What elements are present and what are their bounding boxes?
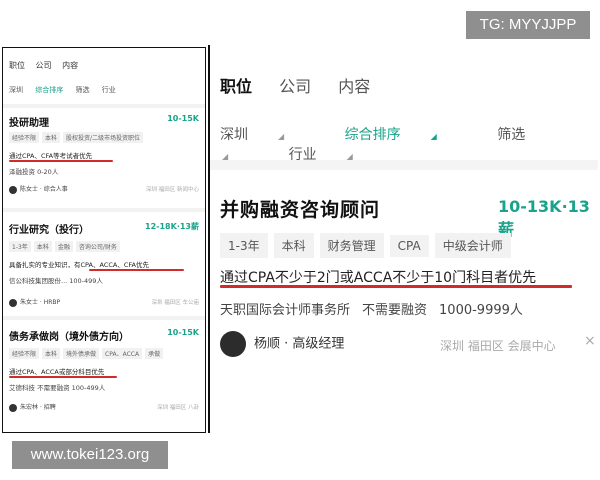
job-location: 深圳 福田区 车公庙 [151, 300, 200, 306]
job-card[interactable]: 债务承做岗（境外债方向） 10-15K 经验不限 本科 境外债承做 CPA、ACCA 承… [9, 328, 199, 428]
avatar [9, 403, 17, 412]
company-name: 天职国际会计师事务所 [220, 303, 351, 318]
company-info: 信公科技集团股份... 100-499人 [9, 277, 103, 285]
divider [3, 104, 205, 108]
tab-content[interactable]: 内容 [338, 77, 370, 96]
job-title: 行业研究（投行） [9, 225, 89, 236]
tag: 本科 [273, 233, 314, 258]
tag: 经验不限 [9, 132, 40, 143]
recruiter: 杨顺 · 高级经理 [220, 331, 344, 357]
tag: 财务管理 [319, 233, 384, 258]
filter-city[interactable]: 深圳 ◢ [220, 127, 312, 143]
job-salary: 10-15K [167, 114, 199, 123]
tag: 承做 [145, 348, 164, 359]
filter-industry[interactable]: 行业 [102, 86, 116, 94]
job-requirement: 通过CPA、ACCA或部分科目优先 [9, 368, 105, 376]
tag: 1-3年 [220, 233, 268, 258]
recruiter-name: 杨顺 · 高级经理 [254, 336, 345, 352]
right-filter-bar: 深圳 ◢ 综合排序 ◢ 筛选◢ 行业 ◢ [220, 124, 598, 164]
funding-stage: 不需要融资 [362, 303, 428, 318]
job-requirement: 通过CPA、CFA等考试者优先 [9, 152, 93, 160]
tag: 1-3年 [9, 241, 31, 252]
tag: 中级会计师 [434, 233, 511, 258]
filter-sort[interactable]: 综合排序 [35, 86, 63, 94]
red-underline [89, 269, 184, 271]
red-underline [220, 285, 572, 288]
job-requirement: 通过CPA不少于2门或ACCA不少于10门科目者优先 [220, 270, 537, 286]
job-title: 债务承做岗（境外债方向） [9, 332, 129, 343]
job-location: 深圳 福田区 新闻中心 [146, 187, 199, 193]
job-card[interactable]: 行业研究（投行） 12-18K·13薪 1-3年 本科 金融 咨询公司/财务 具备扎实… [9, 221, 199, 321]
divider [3, 208, 205, 212]
job-title: 并购融资咨询顾问 [220, 199, 381, 221]
recruiter: 朱宏林 · 招聘 [9, 402, 56, 412]
tag: CPA、ACCA [102, 348, 143, 359]
left-tab-bar: 职位 公司 内容 [9, 60, 86, 71]
close-icon[interactable]: × [584, 333, 596, 349]
company-size: 1000-9999人 [439, 303, 523, 318]
filter-sort[interactable]: 综合排序 ◢ [345, 127, 465, 143]
filter-screen[interactable]: 筛选 [75, 86, 89, 94]
avatar [9, 185, 17, 194]
filter-city[interactable]: 深圳 [9, 86, 23, 94]
caret-icon: ◢ [430, 132, 437, 141]
tag: 金融 [54, 241, 73, 252]
job-salary: 10-15K [167, 328, 199, 337]
avatar [9, 298, 17, 307]
recruiter: 朱女士 · HRBP [9, 297, 60, 307]
divider [210, 160, 598, 170]
job-tags: 经验不限 本科 境外债承做 CPA、ACCA 承做 [9, 348, 166, 359]
tag: 咨询公司/财务 [75, 241, 120, 252]
recruiter: 陈女士 · 综合人事 [9, 184, 68, 194]
job-tags: 1-3年 本科 金融 咨询公司/财务 [9, 241, 123, 252]
job-tags: 1-3年 本科 财务管理 CPA 中级会计师 [220, 233, 517, 258]
tag: 境外债承做 [63, 348, 100, 359]
job-title: 投研助理 [9, 118, 49, 129]
right-tab-bar: 职位 公司 内容 [220, 73, 392, 97]
left-filter-bar: 深圳 综合排序 筛选 行业 [9, 85, 199, 95]
right-job-detail-panel: 职位 公司 内容 深圳 ◢ 综合排序 ◢ 筛选◢ 行业 ◢ 并购融资咨询顾问 10-1… [208, 45, 598, 433]
avatar [220, 331, 246, 357]
tag: CPA [389, 235, 429, 257]
company-info: 泽融投资 0-20人 [9, 168, 59, 176]
red-underline [9, 376, 117, 378]
tab-companies[interactable]: 公司 [279, 77, 311, 96]
tab-jobs[interactable]: 职位 [220, 77, 252, 96]
job-location: 深圳 福田区 会展中心 [440, 339, 556, 353]
company-info: 天职国际会计师事务所 不需要融资 1000-9999人 [220, 299, 535, 318]
tag: 本科 [42, 132, 61, 143]
job-card[interactable]: 投研助理 10-15K 经验不限 本科 股权投资/二级市场投资职位 通过CPA、CF… [9, 114, 199, 204]
job-tags: 经验不限 本科 股权投资/二级市场投资职位 [9, 132, 146, 143]
job-salary: 12-18K·13薪 [145, 222, 199, 231]
tag: 本科 [42, 348, 61, 359]
tab-jobs[interactable]: 职位 [9, 61, 25, 70]
red-underline [9, 160, 113, 162]
left-job-list-panel: 职位 公司 内容 深圳 综合排序 筛选 行业 投研助理 10-15K 经验不限本… [2, 47, 206, 433]
watermark-bottom: www.tokei123.org [12, 441, 168, 469]
tab-companies[interactable]: 公司 [36, 61, 52, 70]
watermark-top: TG: MYYJJPP [466, 11, 590, 39]
divider [3, 316, 205, 320]
tag: 股权投资/二级市场投资职位 [63, 132, 144, 143]
job-location: 深圳 福田区 八卦 [157, 405, 199, 411]
company-info: 艾德科技 不需要融资 100-499人 [9, 384, 106, 392]
tag: 经验不限 [9, 348, 40, 359]
tab-content[interactable]: 内容 [62, 61, 78, 70]
job-requirement: 具备扎实的专业知识，有CPA、ACCA、CFA优先 [9, 261, 149, 269]
tag: 本科 [33, 241, 52, 252]
caret-icon: ◢ [278, 132, 285, 141]
